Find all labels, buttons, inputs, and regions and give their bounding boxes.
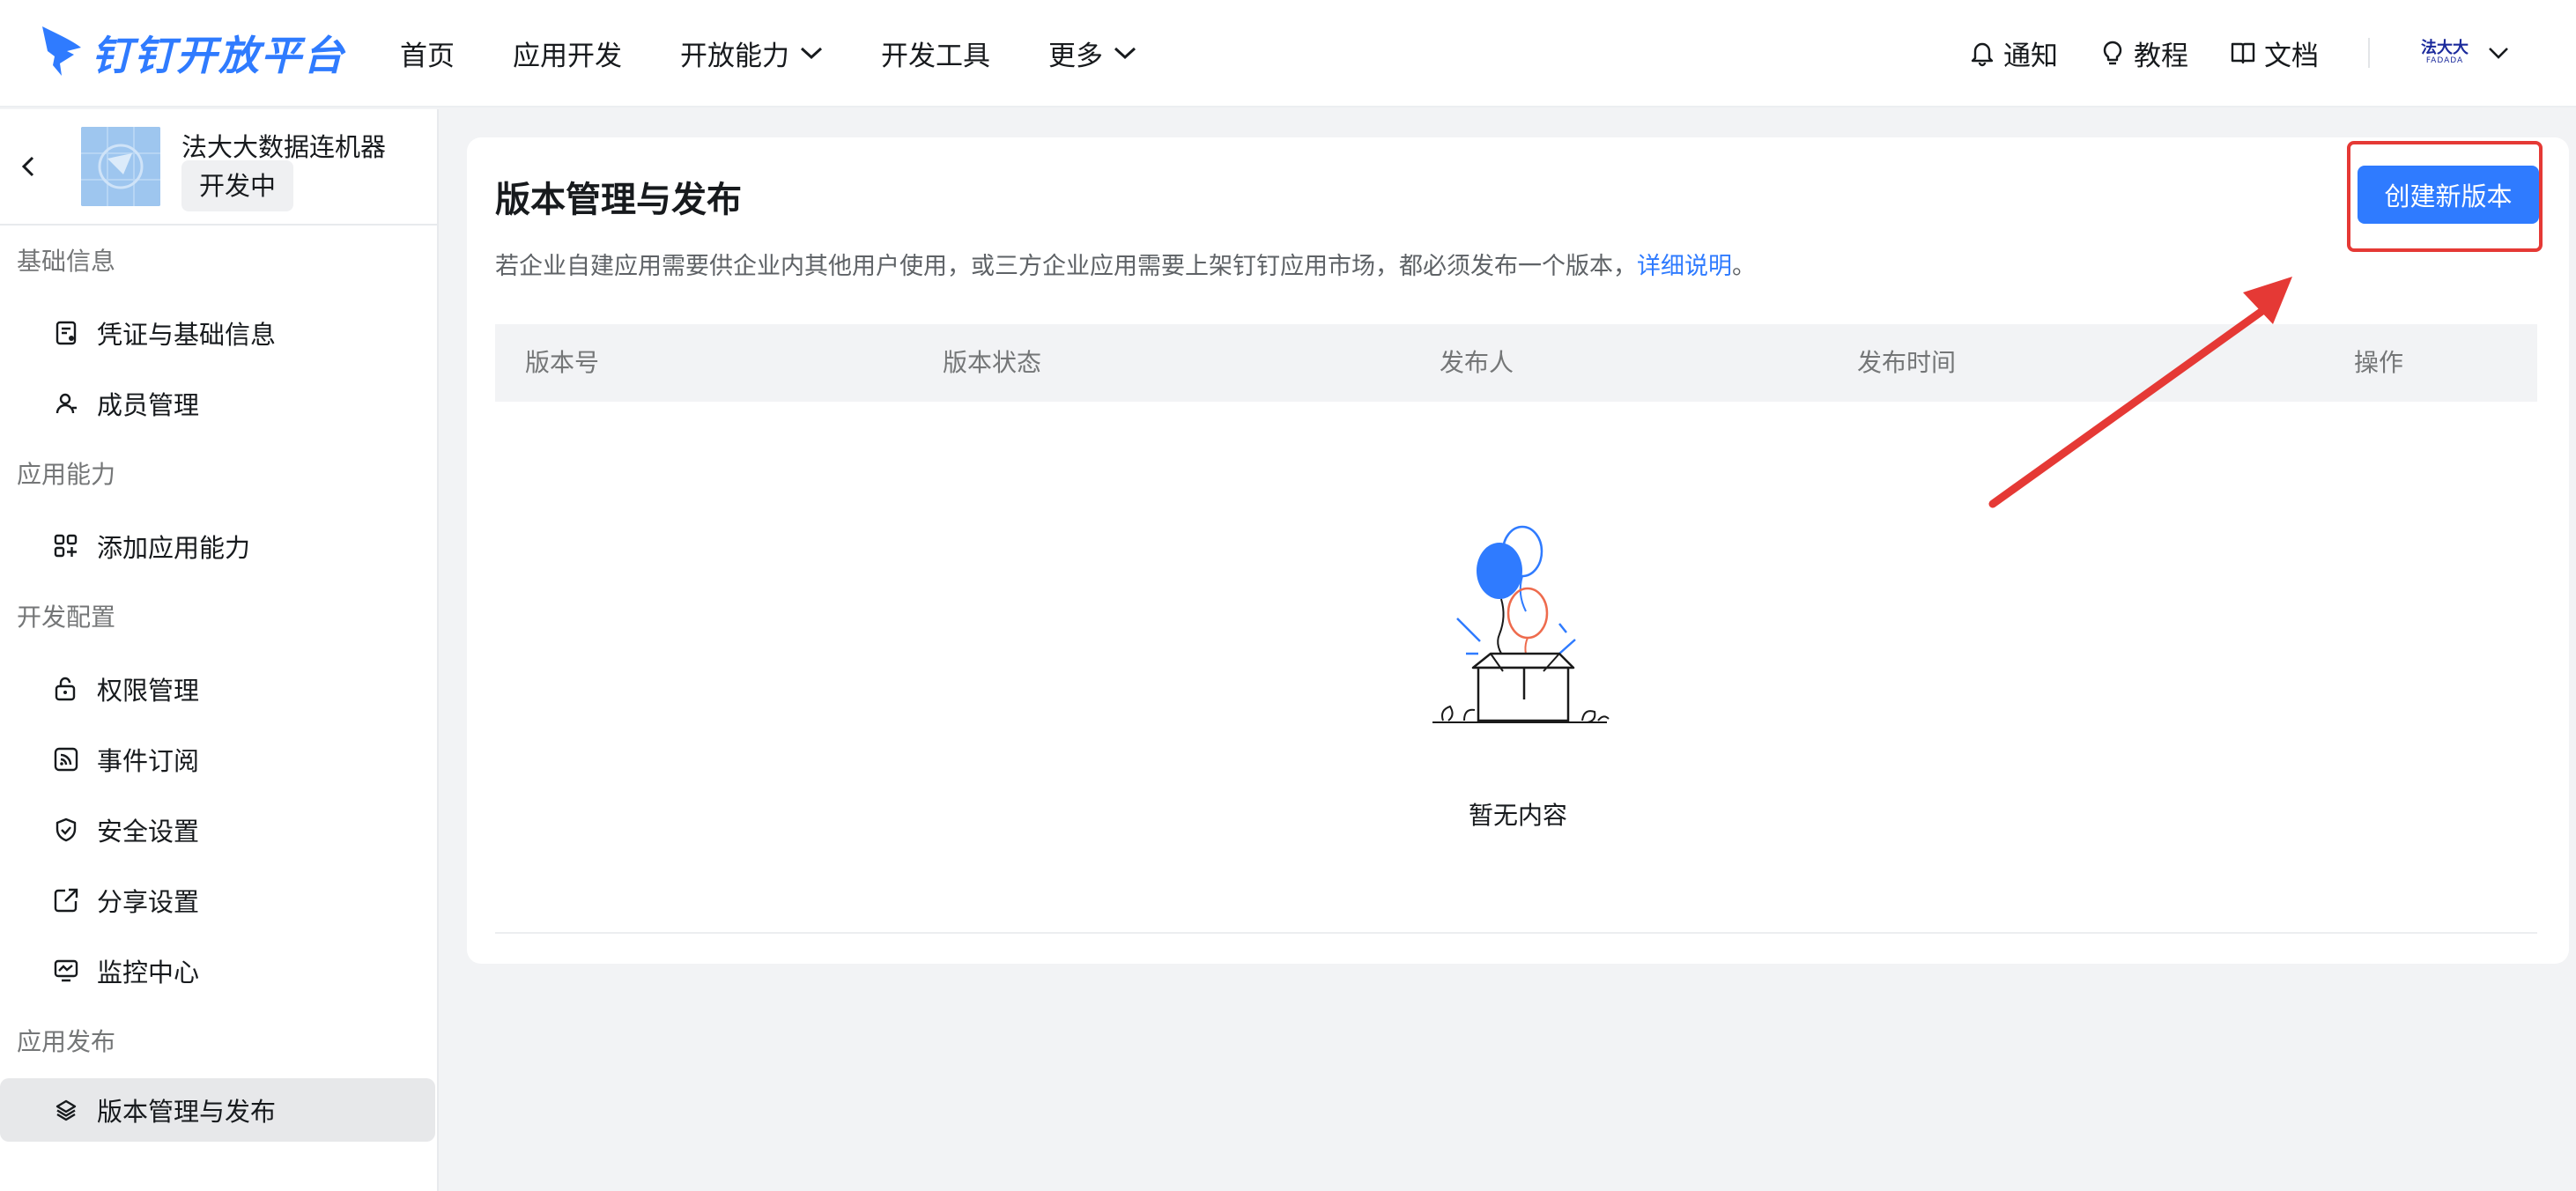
group-title-basic: 基础信息 [17, 247, 116, 276]
org-logo: 法大大 FADADA [2419, 39, 2470, 66]
app-status-badge: 开发中 [181, 160, 294, 211]
description-end: 。 [1732, 253, 1756, 280]
sidebar-item-events[interactable]: 事件订阅 [0, 724, 437, 795]
nav-more[interactable]: 更多 [1048, 33, 1136, 73]
sidebar-item-label: 版本管理与发布 [97, 1097, 277, 1127]
add-capability-icon [54, 534, 78, 558]
app-name: 法大大数据连机器 [181, 132, 387, 162]
docs-label: 文档 [2264, 40, 2319, 72]
sidebar-item-version-publish[interactable]: 版本管理与发布 [0, 1078, 435, 1142]
lock-icon [55, 677, 76, 701]
org-switcher[interactable]: 法大大 FADADA [2419, 41, 2509, 65]
empty-box-balloons-icon [1432, 525, 1610, 723]
page-title: 版本管理与发布 [495, 180, 742, 220]
sidebar-item-label: 监控中心 [97, 958, 200, 988]
nav-open-capability[interactable]: 开放能力 [680, 33, 823, 73]
sidebar-item-permissions[interactable]: 权限管理 [0, 654, 437, 724]
sidebar-item-add-capability[interactable]: 添加应用能力 [0, 511, 437, 581]
sidebar-item-label: 添加应用能力 [97, 533, 251, 563]
notify-button[interactable]: 通知 [1968, 33, 2058, 73]
lightbulb-icon [2103, 41, 2122, 65]
nav-more-label: 更多 [1048, 40, 1103, 72]
nav-app-dev-label: 应用开发 [513, 40, 622, 72]
column-header-publisher: 发布人 [1440, 348, 1514, 377]
sidebar-item-share[interactable]: 分享设置 [0, 865, 437, 936]
details-link[interactable]: 详细说明 [1637, 253, 1732, 280]
description-text: 若企业自建应用需要供企业内其他用户使用，或三方企业应用需要上架钉钉应用市场，都必… [495, 253, 1637, 280]
app-header: 法大大数据连机器 开发中 [0, 109, 437, 226]
credential-icon [56, 321, 77, 345]
back-arrow-icon[interactable] [16, 153, 41, 180]
sidebar-item-credentials[interactable]: 凭证与基础信息 [0, 298, 437, 368]
app-icon-graphic [81, 127, 160, 206]
sidebar-item-label: 分享设置 [97, 887, 200, 917]
versions-table-header: 版本号 版本状态 发布人 发布时间 操作 [495, 324, 2537, 402]
page-description: 若企业自建应用需要供企业内其他用户使用，或三方企业应用需要上架钉钉应用市场，都必… [495, 247, 1756, 281]
chevron-down-icon [2489, 48, 2508, 59]
monitor-icon [54, 959, 78, 982]
layers-icon [56, 1099, 77, 1121]
nav-open-capability-label: 开放能力 [680, 40, 789, 72]
sidebar: 法大大数据连机器 开发中 基础信息 凭证与基础信息 成员管理 应用能力 添加应用… [0, 109, 439, 1191]
docs-button[interactable]: 文档 [2229, 33, 2319, 73]
logo-text: 钉钉开放平台 [92, 32, 345, 79]
group-title-capability: 应用能力 [17, 460, 116, 489]
nav-home-label: 首页 [400, 40, 455, 72]
sidebar-item-label: 权限管理 [97, 676, 200, 706]
create-version-button[interactable]: 创建新版本 [2358, 166, 2539, 224]
dingtalk-logo[interactable]: 钉钉开放平台 [41, 18, 345, 88]
chevron-down-icon [800, 47, 823, 60]
notify-label: 通知 [2003, 40, 2058, 72]
nav-app-dev[interactable]: 应用开发 [513, 33, 622, 73]
sidebar-item-label: 凭证与基础信息 [97, 320, 277, 350]
empty-state-text: 暂无内容 [1468, 801, 1567, 830]
app-icon [81, 127, 160, 206]
column-header-publish-time: 发布时间 [1857, 348, 1957, 377]
bell-icon [1971, 42, 1994, 67]
column-header-status: 版本状态 [943, 348, 1042, 377]
top-navbar: 钉钉开放平台 首页 应用开发 开放能力 开发工具 更多 通知 教程 文档 法大大… [0, 0, 2576, 107]
shield-icon [56, 817, 77, 842]
header-right: 通知 教程 文档 法大大 FADADA [1928, 0, 2509, 106]
nav-home[interactable]: 首页 [400, 33, 455, 73]
sidebar-item-security[interactable]: 安全设置 [0, 795, 437, 865]
column-header-actions: 操作 [2354, 348, 2404, 377]
chevron-down-icon [1114, 47, 1136, 60]
dingtalk-wing-icon [42, 26, 81, 76]
nav-dev-tools[interactable]: 开发工具 [881, 33, 990, 73]
rss-icon [54, 747, 78, 772]
sidebar-item-label: 事件订阅 [97, 746, 200, 776]
nav-dev-tools-label: 开发工具 [881, 40, 990, 72]
column-header-version: 版本号 [525, 348, 600, 377]
version-management-card: 版本管理与发布 若企业自建应用需要供企业内其他用户使用，或三方企业应用需要上架钉… [467, 137, 2569, 964]
sidebar-item-members[interactable]: 成员管理 [0, 368, 437, 439]
main-nav: 首页 应用开发 开放能力 开发工具 更多 [400, 0, 1195, 106]
member-icon [56, 393, 77, 414]
share-icon [54, 888, 78, 913]
org-logo-bottom: FADADA [2425, 56, 2464, 65]
card-divider [495, 932, 2537, 934]
group-title-publish: 应用发布 [17, 1027, 116, 1056]
tutorial-label: 教程 [2134, 40, 2188, 72]
header-divider [2368, 38, 2370, 68]
sidebar-item-label: 安全设置 [97, 817, 200, 847]
tutorial-button[interactable]: 教程 [2099, 33, 2188, 73]
sidebar-item-label: 成员管理 [97, 390, 200, 420]
org-logo-top: 法大大 [2421, 39, 2469, 57]
group-title-dev-config: 开发配置 [17, 603, 116, 632]
book-icon [2231, 42, 2255, 64]
sidebar-item-monitor[interactable]: 监控中心 [0, 936, 437, 1006]
